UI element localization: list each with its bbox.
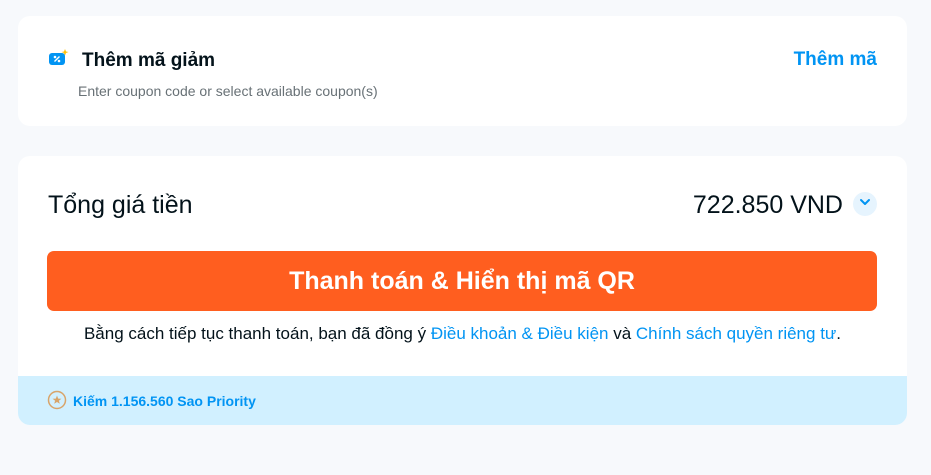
coupon-ticket-icon <box>49 49 69 67</box>
pay-and-show-qr-button[interactable]: Thanh toán & Hiển thị mã QR <box>47 251 877 311</box>
coupon-subtitle: Enter coupon code or select available co… <box>78 83 378 99</box>
priority-points-banner: Kiếm 1.156.560 Sao Priority <box>18 376 907 425</box>
total-price-value: 722.850 VND <box>692 191 843 219</box>
add-coupon-link[interactable]: Thêm mã <box>794 49 877 71</box>
star-coin-icon <box>47 390 67 410</box>
price-details-toggle[interactable] <box>853 192 877 216</box>
coupon-card: Thêm mã giảm Enter coupon code or select… <box>18 16 907 126</box>
terms-prefix: Bằng cách tiếp tục thanh toán, bạn đã đồ… <box>83 324 431 343</box>
terms-suffix: . <box>836 324 842 343</box>
privacy-policy-link[interactable]: Chính sách quyền riêng tư <box>636 324 836 343</box>
total-price-label: Tổng giá tiền <box>48 191 193 219</box>
chevron-down-icon <box>858 195 872 214</box>
total-card: Tổng giá tiền 722.850 VND Thanh toán & H… <box>18 156 907 425</box>
terms-notice: Bằng cách tiếp tục thanh toán, bạn đã đồ… <box>18 324 907 344</box>
terms-conditions-link[interactable]: Điều khoản & Điều kiện <box>431 324 609 343</box>
coupon-title: Thêm mã giảm <box>82 50 216 71</box>
terms-conjunction: và <box>608 324 636 343</box>
priority-points-text: Kiếm 1.156.560 Sao Priority <box>73 393 256 409</box>
